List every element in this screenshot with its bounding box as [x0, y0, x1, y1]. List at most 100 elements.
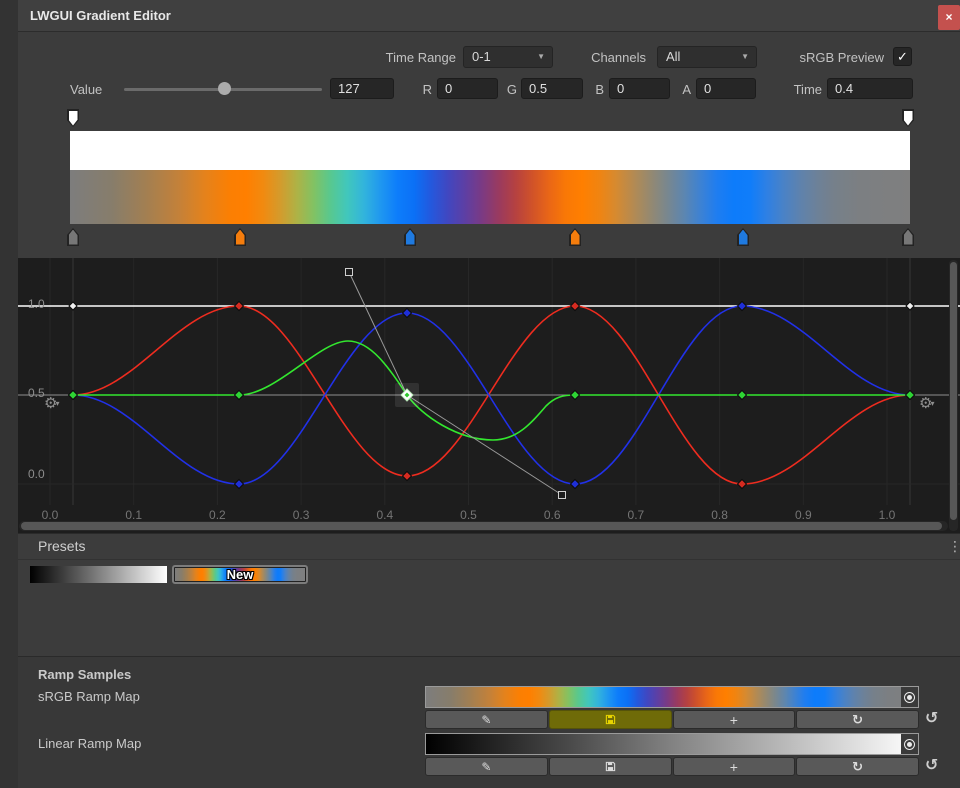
x-axis-tick-label: 1.0: [879, 508, 896, 522]
x-axis-tick-label: 0.2: [209, 508, 226, 522]
blue-curve-key[interactable]: [235, 480, 244, 489]
undo-icon: ↺: [925, 710, 938, 727]
tangent-line: [407, 395, 562, 495]
refresh-button[interactable]: ↻: [796, 757, 919, 776]
x-axis-tick-label: 0.3: [293, 508, 310, 522]
x-axis-tick-label: 0.1: [125, 508, 142, 522]
gradient-editor-window: LWGUI Gradient Editor × Time Range 0-1 ▼…: [0, 0, 960, 788]
save-button[interactable]: [549, 757, 672, 776]
chevron-down-icon: ▾: [55, 399, 59, 408]
ramp-samples-title: Ramp Samples: [38, 667, 131, 682]
green-curve-key[interactable]: [235, 391, 244, 400]
presets-header: Presets ⋮: [18, 533, 960, 560]
plus-icon: +: [730, 760, 738, 774]
chevron-down-icon: ▾: [930, 399, 934, 408]
srgb-ramp-preview: [426, 687, 918, 707]
curve-editor-panel[interactable]: 0.00.10.20.30.40.50.60.70.80.91.01.00.50…: [18, 258, 960, 533]
tangent-line: [349, 272, 407, 395]
alpha-key-marker-fill: [69, 111, 78, 126]
curve-keys-layer: [69, 269, 915, 499]
curve-options-gear-left[interactable]: ⚙▾: [44, 394, 59, 413]
refresh-icon: ↻: [852, 713, 863, 726]
kebab-menu-icon[interactable]: ⋮: [948, 538, 960, 555]
preset-swatch-black-white[interactable]: [30, 566, 167, 583]
alpha-curve-key[interactable]: [906, 302, 914, 310]
add-button[interactable]: +: [673, 757, 796, 776]
linear-ramp-toolbar: ✎ + ↻: [425, 757, 919, 776]
curve-canvas[interactable]: 0.00.10.20.30.40.50.60.70.80.91.01.00.50…: [18, 258, 960, 533]
revert-button[interactable]: ↺: [925, 708, 938, 728]
color-key-marker[interactable]: [67, 228, 79, 246]
blue-curve-key[interactable]: [403, 309, 412, 318]
preset-swatch-new[interactable]: New: [172, 565, 308, 584]
x-axis-tick-label: 0.0: [42, 508, 59, 522]
color-key-marker[interactable]: [737, 228, 749, 246]
green-curve-key[interactable]: [69, 391, 78, 400]
object-picker-icon: [904, 739, 915, 750]
refresh-icon: ↻: [852, 760, 863, 773]
srgb-ramp-toolbar: ✎ + ↻: [425, 710, 919, 729]
red-curve-key[interactable]: [235, 302, 244, 311]
alpha-key-marker-fill: [904, 111, 913, 126]
blue-curve-key[interactable]: [571, 480, 580, 489]
floppy-save-icon: [605, 761, 616, 772]
y-axis-tick-label: 1.0: [28, 297, 45, 311]
tangent-handle[interactable]: [346, 269, 353, 276]
x-axis-tick-label: 0.9: [795, 508, 812, 522]
color-key-marker[interactable]: [404, 228, 416, 246]
color-key-marker-fill: [236, 230, 245, 245]
horizontal-scrollbar-thumb[interactable]: [21, 522, 942, 530]
curve-options-gear-right[interactable]: ⚙▾: [919, 394, 934, 413]
linear-ramp-object-field[interactable]: [425, 733, 919, 755]
alpha-key-marker[interactable]: [902, 109, 914, 127]
green-curve-key[interactable]: [906, 391, 915, 400]
x-axis-tick-label: 0.4: [376, 508, 393, 522]
preset-swatch-new-label: New: [174, 567, 306, 582]
vertical-scrollbar-thumb[interactable]: [950, 262, 957, 520]
y-axis-tick-label: 0.5: [28, 386, 45, 400]
green-curve-key[interactable]: [738, 391, 747, 400]
x-axis-tick-label: 0.7: [628, 508, 645, 522]
blue-curve-key[interactable]: [738, 302, 747, 311]
add-button[interactable]: +: [673, 710, 796, 729]
pencil-icon: ✎: [481, 714, 491, 726]
object-picker-icon: [904, 692, 915, 703]
green-curve-key[interactable]: [571, 391, 580, 400]
srgb-ramp-object-field[interactable]: [425, 686, 919, 708]
color-key-marker[interactable]: [234, 228, 246, 246]
alpha-key-marker[interactable]: [67, 109, 79, 127]
color-key-marker-fill: [739, 230, 748, 245]
floppy-save-icon: [605, 714, 616, 725]
plus-icon: +: [730, 713, 738, 727]
color-key-marker-fill: [69, 230, 78, 245]
edit-button[interactable]: ✎: [425, 710, 548, 729]
revert-button[interactable]: ↺: [925, 755, 938, 775]
gradient-marker-layer: [0, 0, 960, 260]
save-button[interactable]: [549, 710, 672, 729]
color-key-marker[interactable]: [569, 228, 581, 246]
x-axis-tick-label: 0.6: [544, 508, 561, 522]
refresh-button[interactable]: ↻: [796, 710, 919, 729]
color-key-marker[interactable]: [902, 228, 914, 246]
alpha-curve-key[interactable]: [69, 302, 77, 310]
linear-ramp-map-label: Linear Ramp Map: [38, 736, 141, 751]
y-axis-tick-label: 0.0: [28, 467, 45, 481]
grid-layer: [18, 258, 960, 505]
red-curve-key[interactable]: [403, 472, 412, 481]
object-picker[interactable]: [901, 734, 918, 754]
srgb-ramp-map-label: sRGB Ramp Map: [38, 689, 140, 704]
edit-button[interactable]: ✎: [425, 757, 548, 776]
vertical-scrollbar[interactable]: [949, 260, 958, 531]
color-key-marker-fill: [571, 230, 580, 245]
pencil-icon: ✎: [481, 761, 491, 773]
object-picker[interactable]: [901, 687, 918, 707]
red-curve-key[interactable]: [571, 302, 580, 311]
presets-title: Presets: [38, 534, 85, 559]
axis-tick-layer: 0.00.10.20.30.40.50.60.70.80.91.01.00.50…: [28, 297, 896, 522]
color-key-marker-fill: [904, 230, 913, 245]
red-curve-key[interactable]: [738, 480, 747, 489]
x-axis-tick-label: 0.8: [711, 508, 728, 522]
linear-ramp-preview: [426, 734, 918, 754]
horizontal-scrollbar[interactable]: [19, 521, 948, 531]
tangent-handle[interactable]: [559, 492, 566, 499]
